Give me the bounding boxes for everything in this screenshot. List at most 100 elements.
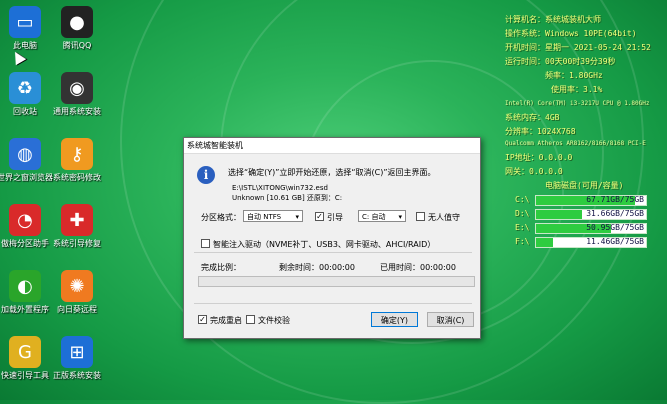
reboot-label: 完成重启	[210, 316, 242, 325]
desktop-icon-label: 系统密码修改	[53, 173, 101, 182]
desktop-icon-label: 傲梅分区助手	[1, 239, 49, 248]
password-tool-icon: ⚷	[61, 138, 93, 170]
desktop-icon-system-installer[interactable]: ◉ 通用系统安装	[49, 72, 105, 117]
disk-capacity-text: 11.46GB/75GB	[586, 237, 644, 246]
desktop-icon-label: 正版系统安装	[53, 371, 101, 380]
desktop-icon-browser[interactable]: ◍ 世界之窗浏览器	[0, 138, 53, 183]
this-pc-icon: ▭	[9, 6, 41, 38]
desktop-icon-boot-repair[interactable]: ✚ 系统引导修复	[49, 204, 105, 249]
usage-label: 使用率：	[551, 85, 583, 94]
desktop-icon-genuine-installer[interactable]: ⊞ 正版系统安装	[49, 336, 105, 381]
usage-value: 3.1%	[583, 85, 603, 94]
cpu-model: Intel(R) Core(TM) i3-3217U CPU @ 1.80GHz	[505, 100, 650, 107]
partition-format-value: 自动 NTFS	[247, 213, 282, 221]
recycle-bin-icon: ♻	[9, 72, 41, 104]
genuine-installer-icon: ⊞	[61, 336, 93, 368]
verify-label: 文件校验	[258, 316, 290, 325]
boot-repair-icon: ✚	[61, 204, 93, 236]
desktop-icon-label: 系统引导修复	[53, 239, 101, 248]
remaining-time-value: 00:00:00	[319, 263, 355, 272]
quick-boot-tool-icon: G	[9, 336, 41, 368]
chevron-down-icon: ▾	[398, 213, 402, 221]
unattended-checkbox[interactable]	[416, 212, 425, 221]
boot-time-label: 开机时间：	[505, 43, 545, 52]
desktop-icon-label: 通用系统安装	[53, 107, 101, 116]
desktop-icon-password-tool[interactable]: ⚷ 系统密码修改	[49, 138, 105, 183]
disk-row: D:\ 31.66GB/75GB	[505, 208, 665, 220]
qq-icon: ●	[61, 6, 93, 38]
desktop-icon-remote-control[interactable]: ✺ 向日葵远程	[49, 270, 105, 315]
mouse-cursor-icon	[9, 48, 27, 66]
desktop-icon-this-pc[interactable]: ▭ 此电脑	[0, 6, 53, 51]
computer-name-value: 系统城装机大师	[545, 15, 601, 24]
verify-checkbox[interactable]	[246, 315, 255, 324]
disk-drive-letter: C:\	[515, 195, 530, 204]
cancel-button[interactable]: 取消(C)	[427, 312, 474, 327]
memory-value: 4GB	[545, 113, 560, 122]
ip-value: 0.0.0.0	[538, 153, 573, 162]
progress-label: 完成比例：	[201, 263, 241, 272]
disk-usage-bar: 11.46GB/75GB	[535, 237, 647, 248]
desktop-icon-label: 此电脑	[13, 41, 37, 50]
desktop-icon-label: 回收站	[13, 107, 37, 116]
disk-usage-bar: 67.71GB/75GB	[535, 195, 647, 206]
restore-to-value: C:	[334, 194, 343, 202]
desktop-icon-load-program[interactable]: ◐ 加载外置程序	[0, 270, 53, 315]
load-program-icon: ◐	[9, 270, 41, 302]
boot-label: 引导	[327, 213, 343, 222]
disk-row: F:\ 11.46GB/75GB	[505, 236, 665, 248]
desktop-icon-label: 向日葵远程	[57, 305, 97, 314]
desktop-icon-label: 快速引导工具	[1, 371, 49, 380]
ip-label: IP地址：	[505, 153, 539, 162]
remote-control-icon: ✺	[61, 270, 93, 302]
boot-select[interactable]: C: 自动 ▾	[358, 210, 406, 222]
partition-format-label: 分区格式：	[201, 213, 241, 222]
confirm-message: 选择“确定(Y)”立即开始还原，选择“取消(C)”返回主界面。	[228, 168, 436, 177]
frequency-value: 1.80GHz	[569, 71, 603, 80]
desktop-icon-label: 腾讯QQ	[62, 41, 92, 50]
disk-usage-bar: 50.95GB/75GB	[535, 223, 647, 234]
remaining-time-label: 剩余时间：	[279, 263, 319, 272]
browser-icon: ◍	[9, 138, 41, 170]
disk-drive-letter: D:\	[515, 209, 530, 218]
boot-time-value: 星期一 2021-05-24 21:52	[545, 43, 651, 52]
driver-inject-checkbox[interactable]	[201, 239, 210, 248]
disk-drive-letter: E:\	[515, 223, 530, 232]
run-time-label: 运行时间：	[505, 57, 545, 66]
info-icon: i	[197, 166, 215, 184]
frequency-label: 频率：	[545, 71, 569, 80]
os-label: 操作系统：	[505, 29, 545, 38]
desktop-icon-label: 世界之窗浏览器	[0, 173, 53, 182]
progress-bar	[198, 276, 475, 287]
disk-drive-letter: F:\	[515, 237, 530, 246]
memory-label: 系统内存：	[505, 113, 545, 122]
reboot-checkbox[interactable]: ✓	[198, 315, 207, 324]
gateway-label: 网关：	[505, 167, 529, 176]
partition-format-select[interactable]: 自动 NTFS ▾	[243, 210, 303, 222]
resolution-value: 1024X768	[537, 127, 576, 136]
disk-capacity-text: 50.95GB/75GB	[586, 223, 644, 232]
disk-usage-bar: 31.66GB/75GB	[535, 209, 647, 220]
ok-button[interactable]: 确定(Y)	[371, 312, 418, 327]
run-time-value: 00天00时39分39秒	[545, 57, 616, 66]
disk-row: E:\ 50.95GB/75GB	[505, 222, 665, 234]
driver-inject-label: 智能注入驱动（NVME补丁、USB3、网卡驱动、AHCI/RAID）	[213, 240, 436, 249]
partition-assistant-icon: ◔	[9, 204, 41, 236]
desktop-icon-recycle-bin[interactable]: ♻ 回收站	[0, 72, 53, 117]
image-size: Unknown [10.61 GB]	[232, 194, 305, 202]
image-path: E:\ISTL\XITONG\win732.esd	[232, 184, 328, 192]
network-adapter: Qualcomm Atheros AR8162/8166/8168 PCI-E	[505, 140, 646, 147]
dialog-title: 系统城智能装机	[184, 138, 480, 154]
boot-select-value: C: 自动	[362, 213, 386, 221]
elapsed-time-value: 00:00:00	[420, 263, 456, 272]
disk-row: C:\ 67.71GB/75GB	[505, 194, 665, 206]
disk-section-title: 电脑磁盘(可用/容量)	[545, 181, 624, 190]
image-info: Unknown [10.61 GB] 还原到：C:	[232, 193, 342, 203]
boot-checkbox[interactable]: ✓	[315, 212, 324, 221]
computer-name-label: 计算机名：	[505, 15, 545, 24]
desktop-icon-quick-boot-tool[interactable]: G 快速引导工具	[0, 336, 53, 381]
divider	[194, 303, 472, 304]
desktop-icon-qq[interactable]: ● 腾讯QQ	[49, 6, 105, 51]
os-value: Windows 10PE(64bit)	[545, 29, 637, 38]
desktop-icon-partition-assistant[interactable]: ◔ 傲梅分区助手	[0, 204, 53, 249]
